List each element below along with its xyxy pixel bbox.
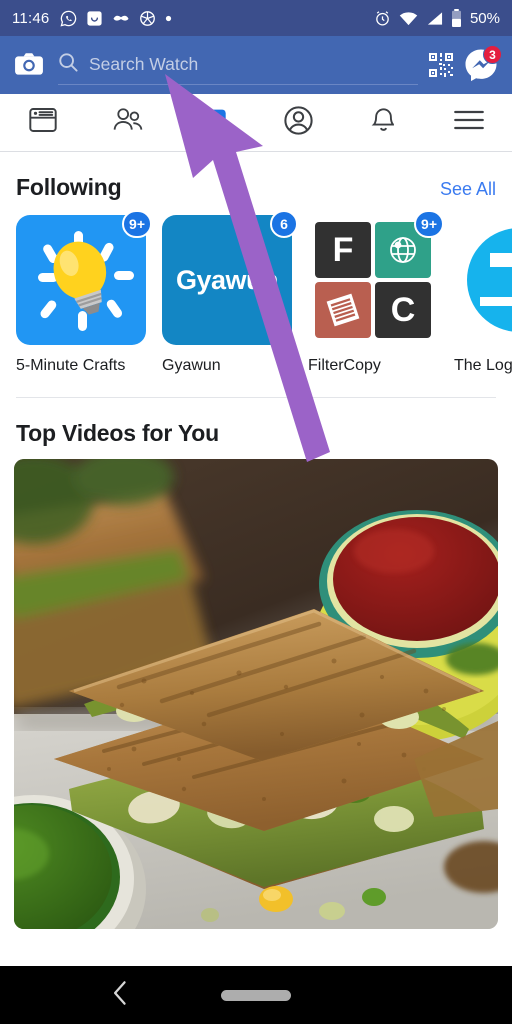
quad-document-icon	[315, 282, 371, 338]
tab-news-feed[interactable]	[0, 94, 85, 151]
top-videos-title: Top Videos for You	[16, 420, 219, 446]
phone-screen: 11:46 50% Search Watch 3 Following See A…	[0, 0, 512, 1024]
search-header: Search Watch 3	[0, 36, 512, 94]
hamburger-menu-icon	[453, 107, 485, 138]
home-pill-indicator[interactable]	[221, 989, 291, 1001]
messenger-icon[interactable]: 3	[464, 45, 502, 82]
page-label: FilterCopy	[308, 357, 381, 374]
tile-image-wrapper: Gyawun 6	[162, 210, 298, 345]
watch-icon	[198, 105, 228, 140]
following-pages-row[interactable]: 9+ 5-Minute Crafts Gyawun 6 Gyawun F C 9…	[0, 210, 512, 375]
quad-letter-f: F	[315, 222, 371, 278]
following-section-header: Following See All	[0, 152, 512, 213]
gyawun-wordmark-text: Gyawun	[175, 264, 279, 295]
messenger-badge: 3	[483, 45, 502, 64]
dot-icon	[165, 15, 172, 22]
page-unread-badge: 9+	[414, 210, 444, 238]
aperture-icon	[139, 10, 156, 27]
status-bar-clock: 11:46	[12, 9, 50, 27]
moustache-icon	[112, 11, 130, 25]
see-all-link[interactable]: See All	[440, 179, 496, 200]
camera-icon[interactable]	[14, 50, 44, 80]
page-unread-badge: 6	[270, 210, 298, 238]
gyawun-wordmark: Gyawun	[162, 215, 292, 345]
page-label: Gyawun	[162, 357, 221, 374]
tab-menu[interactable]	[427, 94, 512, 151]
page-avatar-gyawun: Gyawun	[162, 215, 292, 345]
status-bar: 11:46 50%	[0, 0, 512, 36]
search-input[interactable]: Search Watch	[58, 45, 418, 85]
smiley-box-icon	[86, 10, 103, 27]
battery-percent-label: 50%	[469, 9, 500, 27]
quad-letter-c: C	[375, 282, 431, 338]
page-unread-badge: 9+	[122, 210, 152, 238]
tile-image-wrapper: F C 9+	[308, 210, 444, 345]
signal-icon	[426, 11, 443, 26]
page-avatar-the-logical-indian	[454, 215, 512, 345]
following-title: Following	[16, 174, 122, 200]
status-bar-left: 11:46	[12, 10, 172, 27]
back-chevron-icon[interactable]	[110, 980, 132, 1011]
search-icon	[58, 52, 78, 77]
search-placeholder-text: Search Watch	[89, 54, 199, 74]
profile-icon	[283, 105, 314, 141]
following-page-tile[interactable]: 9+ 5-Minute Crafts	[16, 210, 152, 375]
page-label: The Logic	[454, 357, 512, 374]
tab-bar	[0, 94, 512, 152]
battery-icon	[451, 9, 462, 27]
sandwich-photo	[14, 459, 498, 929]
tab-friends[interactable]	[85, 94, 170, 151]
video-thumbnail[interactable]	[14, 459, 498, 929]
qr-code-icon[interactable]	[428, 52, 454, 78]
logical-indian-logo	[454, 215, 512, 345]
alarm-icon	[374, 10, 391, 27]
tab-notifications[interactable]	[341, 94, 426, 151]
status-bar-right: 50%	[374, 9, 500, 27]
tile-image-wrapper: 9+	[16, 210, 152, 345]
whatsapp-icon	[60, 10, 77, 27]
following-page-tile[interactable]: F C 9+ FilterCopy	[308, 210, 444, 375]
page-label: 5-Minute Crafts	[16, 357, 126, 374]
tab-profile[interactable]	[256, 94, 341, 151]
friends-icon	[112, 105, 144, 140]
wifi-icon	[399, 11, 418, 26]
system-navigation-bar	[0, 966, 512, 1024]
news-feed-icon	[28, 105, 58, 140]
top-videos-section-header: Top Videos for You	[0, 398, 512, 459]
tab-watch[interactable]	[171, 94, 256, 151]
tile-image-wrapper	[454, 215, 512, 345]
bell-icon	[369, 106, 398, 140]
following-page-tile[interactable]: Gyawun 6 Gyawun	[162, 210, 298, 375]
following-page-tile[interactable]: The Logic	[454, 215, 512, 375]
